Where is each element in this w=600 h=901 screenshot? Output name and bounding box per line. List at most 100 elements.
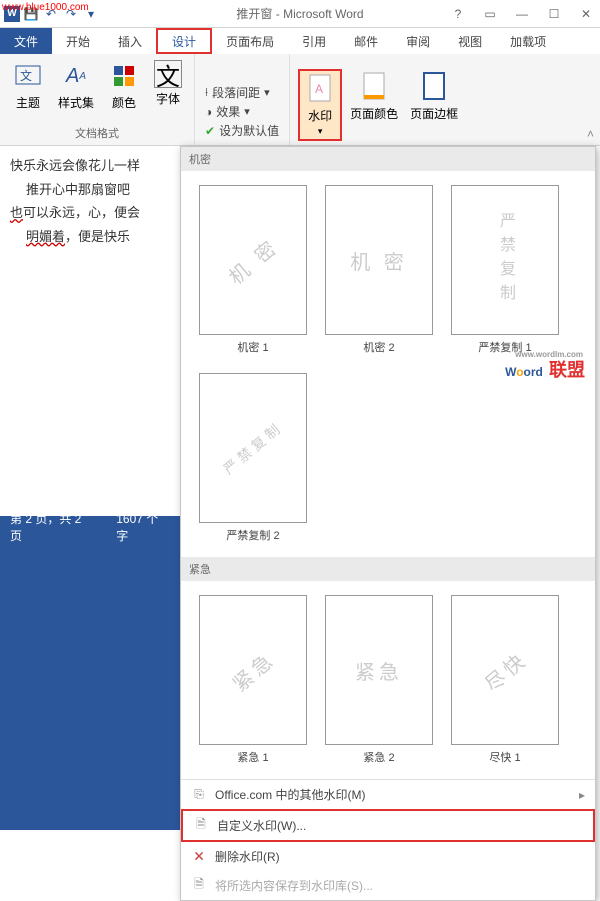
ribbon-tabs: 文件 开始 插入 设计 页面布局 引用 邮件 审阅 视图 加载项 bbox=[0, 28, 600, 54]
watermark-option-jj1[interactable]: 紧急 紧急 1 bbox=[199, 595, 307, 765]
wm-preview-text: 机 密 bbox=[350, 246, 408, 275]
gallery-section-confidential: 机密 bbox=[181, 147, 595, 171]
watermark-option-yj1[interactable]: 严禁复制 严禁复制 1 bbox=[451, 185, 559, 355]
logo-w: W bbox=[505, 365, 516, 379]
logo-lm: 联盟 bbox=[549, 360, 585, 380]
para-spacing-icon: ⟊ bbox=[205, 85, 208, 100]
page-indicator[interactable]: 第 2 页，共 2 页 bbox=[10, 510, 96, 544]
gallery-footer: ⎘ Office.com 中的其他水印(M) ▸ 🗎 自定义水印(W)... 🗙… bbox=[181, 779, 595, 900]
wm-label: 严禁复制 2 bbox=[226, 527, 279, 543]
page-border-icon bbox=[418, 71, 450, 103]
ribbon: 文 主题 AA 样式集 颜色 文 字体 文档格式 ⟊ 段落间距 ▾ ◑效果 ▾ ✔… bbox=[0, 54, 600, 146]
page-color-button[interactable]: 页面颜色 bbox=[346, 69, 402, 141]
help-icon[interactable]: ? bbox=[448, 7, 468, 21]
tab-layout[interactable]: 页面布局 bbox=[212, 28, 288, 54]
colors-button[interactable]: 颜色 bbox=[104, 58, 144, 113]
watermark-button[interactable]: A 水印 ▾ bbox=[298, 69, 342, 141]
tab-insert[interactable]: 插入 bbox=[104, 28, 156, 54]
url-watermark: www.blue1000.com bbox=[2, 2, 89, 13]
wm-label: 尽快 1 bbox=[489, 749, 520, 765]
tab-review[interactable]: 审阅 bbox=[392, 28, 444, 54]
doc-wavy: 也 bbox=[10, 205, 23, 220]
page-icon: 🗎 bbox=[193, 818, 209, 834]
themes-button[interactable]: 文 主题 bbox=[8, 58, 48, 113]
styleset-label: 样式集 bbox=[58, 94, 94, 111]
maximize-icon[interactable]: ☐ bbox=[544, 7, 564, 21]
styleset-button[interactable]: AA 样式集 bbox=[54, 58, 98, 113]
save-watermark-button[interactable]: 🗎 将所选内容保存到水印库(S)... bbox=[181, 871, 595, 900]
watermark-label: 水印 bbox=[308, 107, 332, 124]
fonts-button[interactable]: 文 字体 bbox=[150, 58, 186, 109]
minimize-icon[interactable]: — bbox=[512, 7, 532, 21]
chevron-down-icon: ▾ bbox=[318, 126, 323, 137]
wm-label: 机密 1 bbox=[237, 339, 268, 355]
logo-o: o bbox=[516, 365, 523, 379]
save-label: 将所选内容保存到水印库(S)... bbox=[215, 877, 373, 894]
colors-icon bbox=[108, 60, 140, 92]
logo-url: www.wordlm.com bbox=[515, 350, 583, 359]
watermark-option-jm1[interactable]: 机 密 机密 1 bbox=[199, 185, 307, 355]
page-color-icon bbox=[358, 71, 390, 103]
svg-text:A: A bbox=[315, 82, 323, 96]
close-icon[interactable]: ✕ bbox=[576, 7, 596, 21]
doc-line: 推开心中那扇窗吧 bbox=[10, 182, 130, 197]
doc-line: 可以永远，心，便会 bbox=[23, 205, 140, 220]
colors-label: 颜色 bbox=[112, 94, 136, 111]
fonts-icon: 文 bbox=[154, 60, 182, 88]
tab-file[interactable]: 文件 bbox=[0, 28, 52, 54]
svg-text:文: 文 bbox=[20, 68, 32, 83]
wm-preview-text: 机 密 bbox=[222, 230, 285, 289]
watermark-option-jm2[interactable]: 机 密 机密 2 bbox=[325, 185, 433, 355]
wm-preview-text: 严禁复制 bbox=[219, 417, 287, 479]
save-selection-icon: 🗎 bbox=[191, 878, 207, 894]
tab-mailings[interactable]: 邮件 bbox=[340, 28, 392, 54]
tab-addins[interactable]: 加载项 bbox=[496, 28, 560, 54]
set-default-label: 设为默认值 bbox=[219, 122, 279, 139]
effects-label: 效果 bbox=[216, 103, 240, 120]
fonts-label: 字体 bbox=[156, 90, 180, 107]
window-controls: ? ▭ — ☐ ✕ bbox=[448, 7, 596, 21]
watermark-option-jj2[interactable]: 紧急 紧急 2 bbox=[325, 595, 433, 765]
title-bar: W 💾 ↶ ↷ ▾ 推开窗 - Microsoft Word ? ▭ — ☐ ✕ bbox=[0, 0, 600, 28]
chevron-right-icon: ▸ bbox=[579, 788, 585, 802]
set-default-button[interactable]: ✔设为默认值 bbox=[205, 122, 279, 139]
doc-format-label: 文档格式 bbox=[75, 125, 119, 143]
wordlm-logo: www.wordlm.com Woord 联盟 bbox=[505, 356, 585, 382]
wm-label: 紧急 2 bbox=[363, 749, 394, 765]
styleset-icon: AA bbox=[60, 60, 92, 92]
status-bar: 第 2 页，共 2 页 1607 个字 bbox=[0, 516, 180, 538]
office-icon: ⎘ bbox=[191, 787, 207, 803]
effects-button[interactable]: ◑效果 ▾ bbox=[205, 103, 279, 120]
wm-preview-text: 紧急 bbox=[225, 643, 280, 696]
remove-label: 删除水印(R) bbox=[215, 848, 280, 865]
doc-line: 快乐永远会像花儿一样 bbox=[10, 158, 140, 173]
page-border-button[interactable]: 页面边框 bbox=[406, 69, 462, 141]
watermark-option-yj2[interactable]: 严禁复制 严禁复制 2 bbox=[199, 373, 307, 543]
remove-watermark-button[interactable]: 🗙 删除水印(R) bbox=[181, 842, 595, 871]
office-label: Office.com 中的其他水印(M) bbox=[215, 786, 365, 803]
collapse-ribbon-icon[interactable]: ˄ bbox=[587, 127, 594, 141]
para-spacing-button[interactable]: ⟊段落间距 ▾ bbox=[205, 84, 279, 101]
ribbon-display-icon[interactable]: ▭ bbox=[480, 7, 500, 21]
background-area bbox=[0, 538, 180, 830]
tab-references[interactable]: 引用 bbox=[288, 28, 340, 54]
wm-preview-text: 尽快 bbox=[477, 643, 532, 696]
watermark-option-jk1[interactable]: 尽快 尽快 1 bbox=[451, 595, 559, 765]
document-text[interactable]: 快乐永远会像花儿一样 推开心中那扇窗吧 也可以永远，心，便会 明媚着，便是快乐 bbox=[0, 146, 180, 516]
remove-icon: 🗙 bbox=[191, 849, 207, 865]
word-count[interactable]: 1607 个字 bbox=[116, 510, 170, 544]
page-color-label: 页面颜色 bbox=[350, 105, 398, 122]
doc-wavy: 明媚着 bbox=[26, 229, 65, 244]
custom-watermark-button[interactable]: 🗎 自定义水印(W)... bbox=[181, 809, 595, 842]
tab-design[interactable]: 设计 bbox=[156, 28, 212, 54]
para-spacing-label: 段落间距 bbox=[212, 84, 260, 101]
doc-line: ，便是快乐 bbox=[65, 229, 130, 244]
tab-home[interactable]: 开始 bbox=[52, 28, 104, 54]
themes-icon: 文 bbox=[12, 60, 44, 92]
tab-view[interactable]: 视图 bbox=[444, 28, 496, 54]
watermark-icon: A bbox=[304, 73, 336, 105]
wm-label: 紧急 1 bbox=[237, 749, 268, 765]
window-title: 推开窗 - Microsoft Word bbox=[236, 5, 363, 22]
gallery-section-urgent: 紧急 bbox=[181, 557, 595, 581]
wm-label: 机密 2 bbox=[363, 339, 394, 355]
